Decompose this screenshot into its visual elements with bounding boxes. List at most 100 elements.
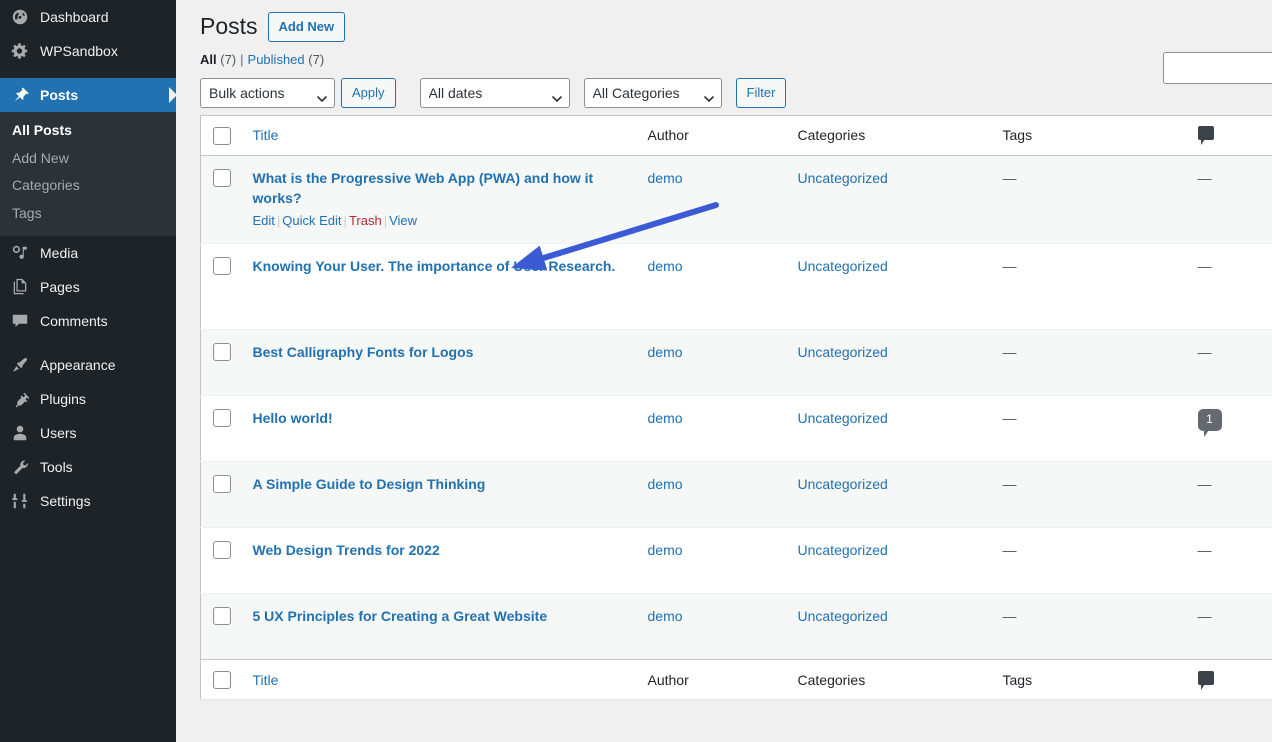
sidebar-item-label: WPSandbox	[40, 44, 118, 58]
sidebar-item-posts[interactable]: Posts	[0, 78, 176, 112]
post-author-cell: demo	[638, 462, 788, 528]
post-categories-cell: Uncategorized	[788, 396, 993, 462]
post-comments-cell: —	[1188, 594, 1272, 660]
row-checkbox[interactable]	[213, 257, 231, 275]
add-new-button[interactable]: Add New	[268, 12, 346, 42]
sidebar-item-media[interactable]: Media	[0, 236, 176, 270]
post-title-link[interactable]: Knowing Your User. The importance of Use…	[253, 258, 616, 274]
table-row: What is the Progressive Web App (PWA) an…	[201, 156, 1272, 244]
column-footer-categories: Categories	[788, 660, 993, 700]
media-icon	[10, 243, 30, 263]
post-title-cell: What is the Progressive Web App (PWA) an…	[243, 156, 638, 244]
main-content-area: Posts Add New All (7) | Published (7) Bu…	[176, 0, 1272, 742]
post-category-link[interactable]: Uncategorized	[798, 170, 888, 186]
post-categories-cell: Uncategorized	[788, 330, 993, 396]
filter-link-published[interactable]: Published	[248, 52, 305, 67]
post-author-link[interactable]: demo	[648, 410, 683, 426]
sort-by-title-link[interactable]: Title	[253, 127, 279, 143]
row-action-quick-edit[interactable]: Quick Edit	[282, 213, 341, 228]
post-author-link[interactable]: demo	[648, 542, 683, 558]
post-tags-value: —	[1003, 410, 1017, 426]
submenu-item-all-posts[interactable]: All Posts	[0, 117, 176, 145]
row-action-edit[interactable]: Edit	[253, 213, 275, 228]
post-category-link[interactable]: Uncategorized	[798, 258, 888, 274]
post-comments-cell: —	[1188, 330, 1272, 396]
post-category-link[interactable]: Uncategorized	[798, 608, 888, 624]
post-category-link[interactable]: Uncategorized	[798, 344, 888, 360]
filter-link-all-item: All (7)	[200, 52, 236, 67]
sidebar-item-pages[interactable]: Pages	[0, 270, 176, 304]
post-comments-value: —	[1198, 344, 1212, 360]
filter-button[interactable]: Filter	[736, 78, 787, 108]
post-author-link[interactable]: demo	[648, 476, 683, 492]
post-comments-value: —	[1198, 608, 1212, 624]
row-action-separator: |	[342, 213, 349, 228]
categories-filter-select[interactable]: All Categories	[584, 78, 722, 108]
post-title-link[interactable]: What is the Progressive Web App (PWA) an…	[253, 170, 594, 206]
apply-button[interactable]: Apply	[341, 78, 396, 108]
column-header-tags: Tags	[993, 116, 1188, 156]
submenu-item-add-new[interactable]: Add New	[0, 145, 176, 173]
posts-table-body: What is the Progressive Web App (PWA) an…	[201, 156, 1272, 660]
post-categories-cell: Uncategorized	[788, 244, 993, 330]
sidebar-item-dashboard[interactable]: Dashboard	[0, 0, 176, 34]
sidebar-item-comments[interactable]: Comments	[0, 304, 176, 338]
row-checkbox[interactable]	[213, 169, 231, 187]
row-action-view[interactable]: View	[389, 213, 417, 228]
row-checkbox[interactable]	[213, 607, 231, 625]
sidebar-item-wpsandbox[interactable]: WPSandbox	[0, 34, 176, 68]
dates-filter-select[interactable]: All dates	[420, 78, 570, 108]
post-category-link[interactable]: Uncategorized	[798, 410, 888, 426]
post-title-link[interactable]: Hello world!	[253, 410, 333, 426]
post-comments-value: —	[1198, 542, 1212, 558]
sidebar-item-settings[interactable]: Settings	[0, 484, 176, 518]
page-title-row: Posts Add New	[200, 10, 1272, 42]
post-title-link[interactable]: 5 UX Principles for Creating a Great Web…	[253, 608, 548, 624]
post-tags-cell: —	[993, 156, 1188, 244]
sort-by-title-link-footer[interactable]: Title	[253, 672, 279, 688]
bulk-actions-select[interactable]: Bulk actions	[200, 78, 335, 108]
post-author-link[interactable]: demo	[648, 258, 683, 274]
row-checkbox[interactable]	[213, 409, 231, 427]
posts-table: Title Author Categories Tags What is the…	[200, 115, 1272, 699]
column-footer-author: Author	[638, 660, 788, 700]
row-checkbox[interactable]	[213, 343, 231, 361]
sidebar-item-label: Posts	[40, 88, 78, 102]
column-header-categories: Categories	[788, 116, 993, 156]
row-select-cell	[201, 330, 243, 396]
post-category-link[interactable]: Uncategorized	[798, 542, 888, 558]
post-title-link[interactable]: Best Calligraphy Fonts for Logos	[253, 344, 474, 360]
post-title-link[interactable]: A Simple Guide to Design Thinking	[253, 476, 486, 492]
sidebar-item-tools[interactable]: Tools	[0, 450, 176, 484]
sidebar-item-appearance[interactable]: Appearance	[0, 348, 176, 382]
post-comments-value: —	[1198, 258, 1212, 274]
row-checkbox[interactable]	[213, 475, 231, 493]
row-checkbox[interactable]	[213, 541, 231, 559]
post-author-cell: demo	[638, 156, 788, 244]
post-author-link[interactable]: demo	[648, 608, 683, 624]
column-footer-tags: Tags	[993, 660, 1188, 700]
post-author-cell: demo	[638, 594, 788, 660]
select-all-header	[201, 116, 243, 156]
search-input[interactable]	[1163, 52, 1272, 84]
filter-link-all[interactable]: All	[200, 52, 217, 67]
comment-count-bubble[interactable]: 1	[1198, 409, 1222, 431]
select-all-checkbox-footer[interactable]	[213, 671, 231, 689]
post-author-cell: demo	[638, 244, 788, 330]
select-all-checkbox[interactable]	[213, 127, 231, 145]
posts-table-head: Title Author Categories Tags	[201, 116, 1272, 156]
post-title-link[interactable]: Web Design Trends for 2022	[253, 542, 440, 558]
row-select-cell	[201, 462, 243, 528]
sidebar-item-plugins[interactable]: Plugins	[0, 382, 176, 416]
submenu-item-categories[interactable]: Categories	[0, 172, 176, 200]
posts-submenu: All PostsAdd NewCategoriesTags	[0, 112, 176, 236]
admin-sidebar: DashboardWPSandboxPostsAll PostsAdd NewC…	[0, 0, 176, 742]
post-author-link[interactable]: demo	[648, 344, 683, 360]
submenu-item-tags[interactable]: Tags	[0, 200, 176, 228]
post-author-link[interactable]: demo	[648, 170, 683, 186]
row-action-trash[interactable]: Trash	[349, 213, 382, 228]
post-category-link[interactable]: Uncategorized	[798, 476, 888, 492]
sidebar-item-users[interactable]: Users	[0, 416, 176, 450]
post-tags-value: —	[1003, 476, 1017, 492]
post-tags-value: —	[1003, 170, 1017, 186]
